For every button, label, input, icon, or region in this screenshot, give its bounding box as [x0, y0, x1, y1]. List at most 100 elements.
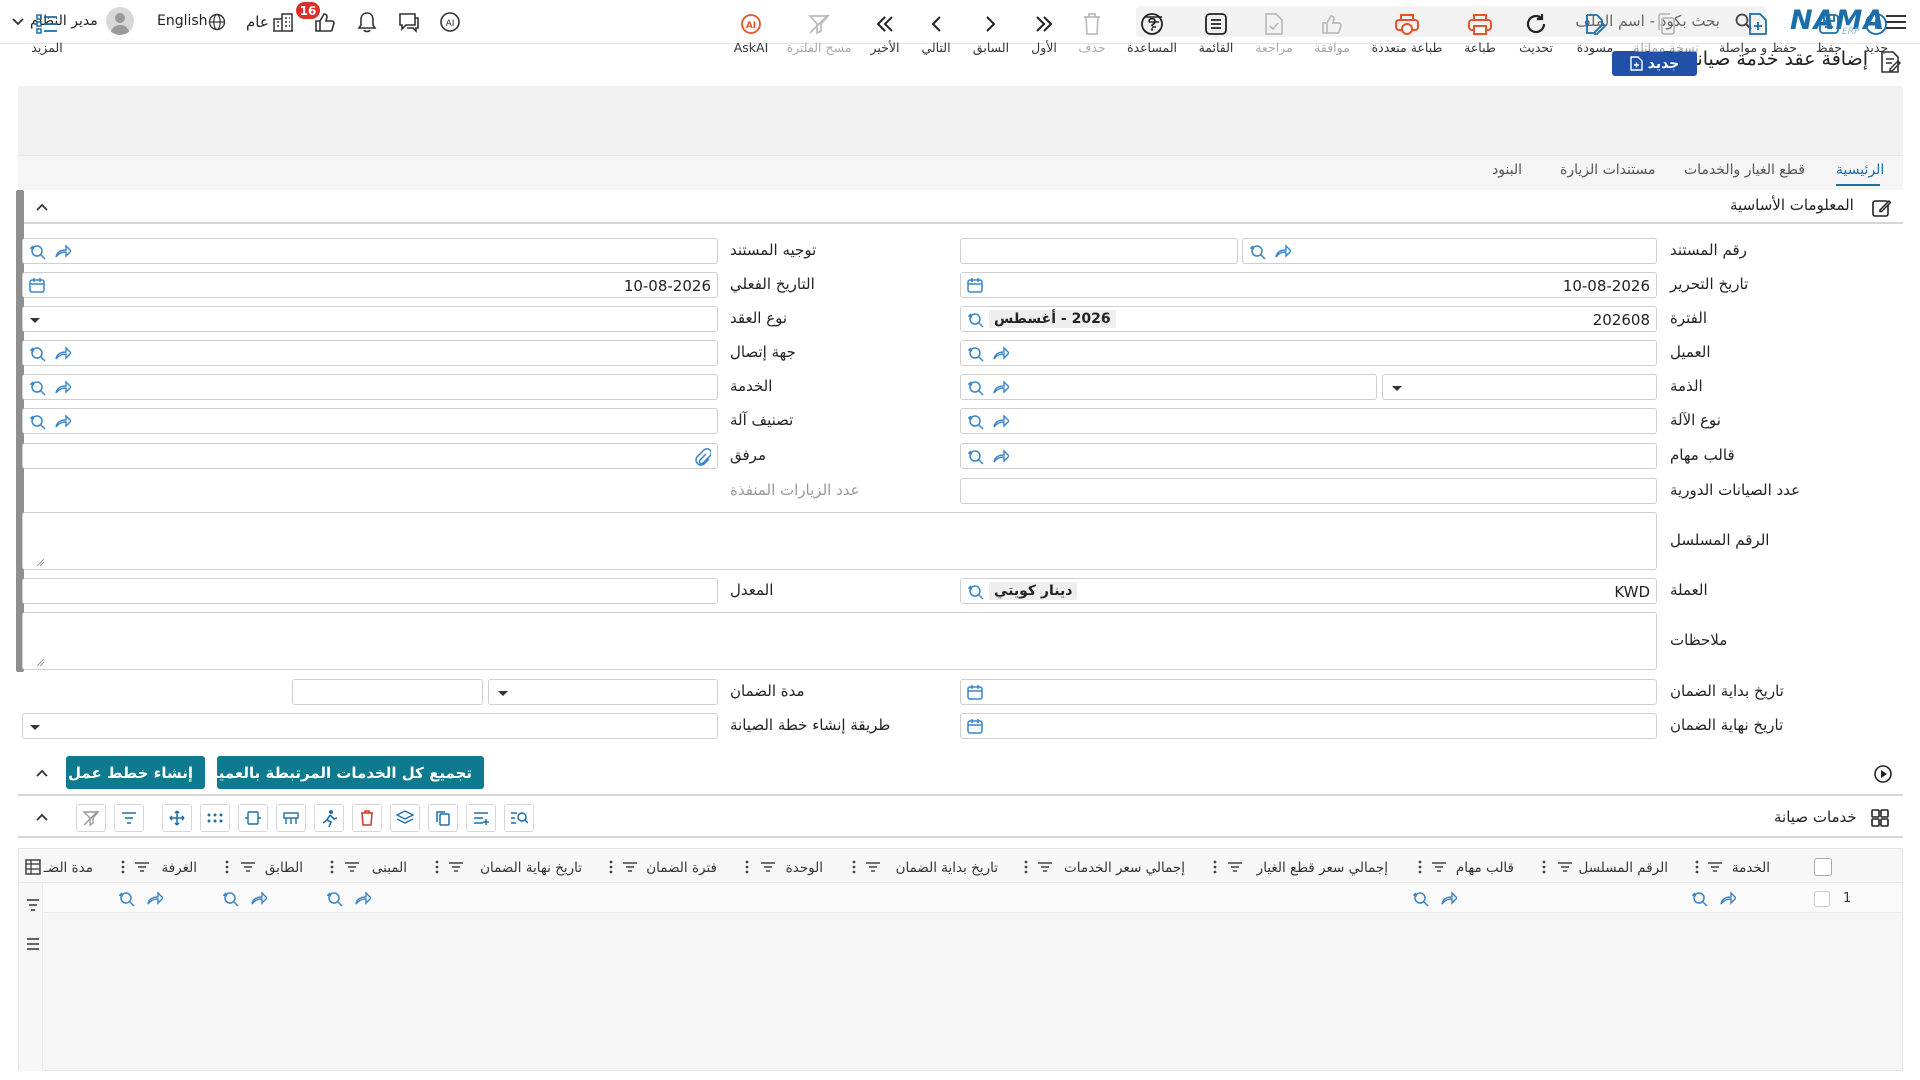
refresh-button[interactable]: تحديث — [1518, 10, 1554, 66]
bell-icon[interactable] — [354, 9, 380, 35]
column-menu-icon[interactable] — [1418, 860, 1422, 874]
avatar[interactable] — [106, 7, 134, 35]
refresh-search-icon[interactable] — [29, 413, 47, 431]
tab-visit-documents[interactable]: مستندات الزيارة — [1560, 162, 1655, 178]
draft-button[interactable]: مسودة — [1574, 10, 1616, 66]
column-header-unit[interactable]: الوحدة — [786, 860, 823, 876]
column-header-building[interactable]: المبنى — [372, 860, 407, 876]
column-menu-icon[interactable] — [852, 860, 856, 874]
column-menu-icon[interactable] — [1213, 860, 1217, 874]
fit-columns-icon[interactable] — [238, 804, 268, 832]
refresh-search-icon[interactable] — [967, 379, 985, 397]
column-menu-icon[interactable] — [1024, 860, 1028, 874]
column-header-room[interactable]: الغرفة — [161, 860, 197, 876]
refresh-search-icon[interactable] — [1249, 243, 1267, 261]
share-arrow-icon[interactable] — [53, 379, 71, 397]
column-header-service[interactable]: الخدمة — [1732, 860, 1770, 876]
table-settings-icon[interactable] — [24, 858, 42, 876]
customer-field[interactable] — [960, 340, 1657, 366]
column-filter-icon[interactable] — [1228, 862, 1242, 872]
rate-field[interactable] — [22, 578, 718, 604]
column-header-spare-parts-total[interactable]: إجمالي سعر قطع الغيار — [1257, 860, 1388, 876]
table-row[interactable] — [43, 883, 1902, 913]
select-all-checkbox[interactable] — [1814, 858, 1832, 876]
row-share-icon[interactable] — [1718, 890, 1736, 908]
save-continue-button[interactable]: حفظ و مواصلة — [1716, 10, 1800, 66]
trash-icon[interactable] — [352, 804, 382, 832]
calendar-icon[interactable] — [967, 277, 985, 295]
previous-record-button[interactable]: السابق — [972, 10, 1010, 66]
new-button[interactable]: جديد — [1859, 10, 1893, 66]
doc-direction-field[interactable] — [22, 238, 718, 264]
globe-icon[interactable] — [204, 9, 230, 35]
column-filter-icon[interactable] — [866, 862, 880, 872]
actual-date-field[interactable]: 10-08-2026 — [22, 272, 718, 298]
refresh-search-icon[interactable] — [967, 583, 985, 601]
chevron-down-icon[interactable] — [10, 14, 26, 30]
language-switch[interactable]: English — [157, 13, 208, 29]
duplicate-button[interactable]: نسخة مماثلة — [1630, 10, 1702, 66]
column-filter-icon[interactable] — [1708, 862, 1722, 872]
warranty-end-field[interactable] — [960, 713, 1657, 739]
column-filter-icon[interactable] — [241, 862, 255, 872]
row-share-icon[interactable] — [145, 890, 163, 908]
next-record-button[interactable]: التالي — [918, 10, 954, 66]
tab-main[interactable]: الرئيسية — [1836, 162, 1884, 178]
print-button[interactable]: طباعة — [1462, 10, 1498, 66]
row-lookup-icon[interactable] — [222, 890, 240, 908]
share-arrow-icon[interactable] — [991, 448, 1009, 466]
notes-textarea[interactable] — [22, 612, 1657, 670]
insert-row-icon[interactable] — [466, 804, 496, 832]
column-filter-icon[interactable] — [449, 862, 463, 872]
task-template-field[interactable] — [960, 443, 1657, 469]
currency-field[interactable]: KWD دينار كويتي — [960, 578, 1657, 604]
share-arrow-icon[interactable] — [991, 345, 1009, 363]
account-field[interactable] — [960, 374, 1377, 400]
column-header-warranty-period[interactable]: فترة الضمان — [646, 860, 717, 876]
help-button[interactable]: المساعدة — [1126, 10, 1178, 66]
chevron-up-icon[interactable] — [32, 764, 52, 782]
review-button[interactable]: مراجعة — [1254, 10, 1294, 66]
paperclip-icon[interactable] — [693, 448, 711, 466]
filter-lines-icon[interactable] — [114, 804, 144, 832]
column-menu-icon[interactable] — [435, 860, 439, 874]
row-lookup-icon[interactable] — [1412, 890, 1430, 908]
column-menu-icon[interactable] — [225, 860, 229, 874]
move-icon[interactable] — [162, 804, 192, 832]
column-header-warranty-start[interactable]: تاريخ بداية الضمان — [896, 860, 998, 876]
clear-filter-icon[interactable] — [76, 804, 106, 832]
search-rows-icon[interactable] — [504, 804, 534, 832]
more-button[interactable]: المزيد — [26, 10, 68, 66]
share-arrow-icon[interactable] — [53, 243, 71, 261]
collect-services-button[interactable]: تجميع كل الخدمات المرتبطة بالعميل — [205, 756, 484, 789]
column-menu-icon[interactable] — [745, 860, 749, 874]
column-filter-icon[interactable] — [345, 862, 359, 872]
service-field[interactable] — [22, 374, 718, 400]
column-menu-icon[interactable] — [609, 860, 613, 874]
tab-items[interactable]: البنود — [1492, 162, 1522, 178]
ai-icon[interactable]: AI — [437, 9, 463, 35]
refresh-search-icon[interactable] — [29, 345, 47, 363]
multi-print-button[interactable]: طباعة متعددة — [1370, 10, 1444, 66]
save-button[interactable]: حفظ — [1812, 10, 1846, 66]
chat-icon[interactable] — [396, 9, 422, 35]
run-icon[interactable] — [314, 804, 344, 832]
contact-field[interactable] — [22, 340, 718, 366]
row-lookup-icon[interactable] — [326, 890, 344, 908]
column-filter-icon[interactable] — [135, 862, 149, 872]
machine-type-field[interactable] — [960, 408, 1657, 434]
calendar-icon[interactable] — [967, 684, 985, 702]
warranty-period-unit-select[interactable] — [488, 679, 718, 705]
account-type-select[interactable] — [1382, 374, 1657, 400]
askai-button[interactable]: AI AskAI — [730, 10, 772, 66]
column-filter-icon[interactable] — [1432, 862, 1446, 872]
last-record-button[interactable]: الأخير — [868, 10, 902, 66]
doc-number-secondary-field[interactable] — [960, 238, 1238, 264]
approve-button[interactable]: موافقة — [1312, 10, 1352, 66]
refresh-search-icon[interactable] — [967, 345, 985, 363]
row-lookup-icon[interactable] — [118, 890, 136, 908]
filter-icon[interactable] — [24, 897, 42, 913]
row-checkbox[interactable] — [1814, 891, 1830, 907]
column-menu-icon[interactable] — [330, 860, 334, 874]
attachment-field[interactable] — [22, 443, 718, 469]
